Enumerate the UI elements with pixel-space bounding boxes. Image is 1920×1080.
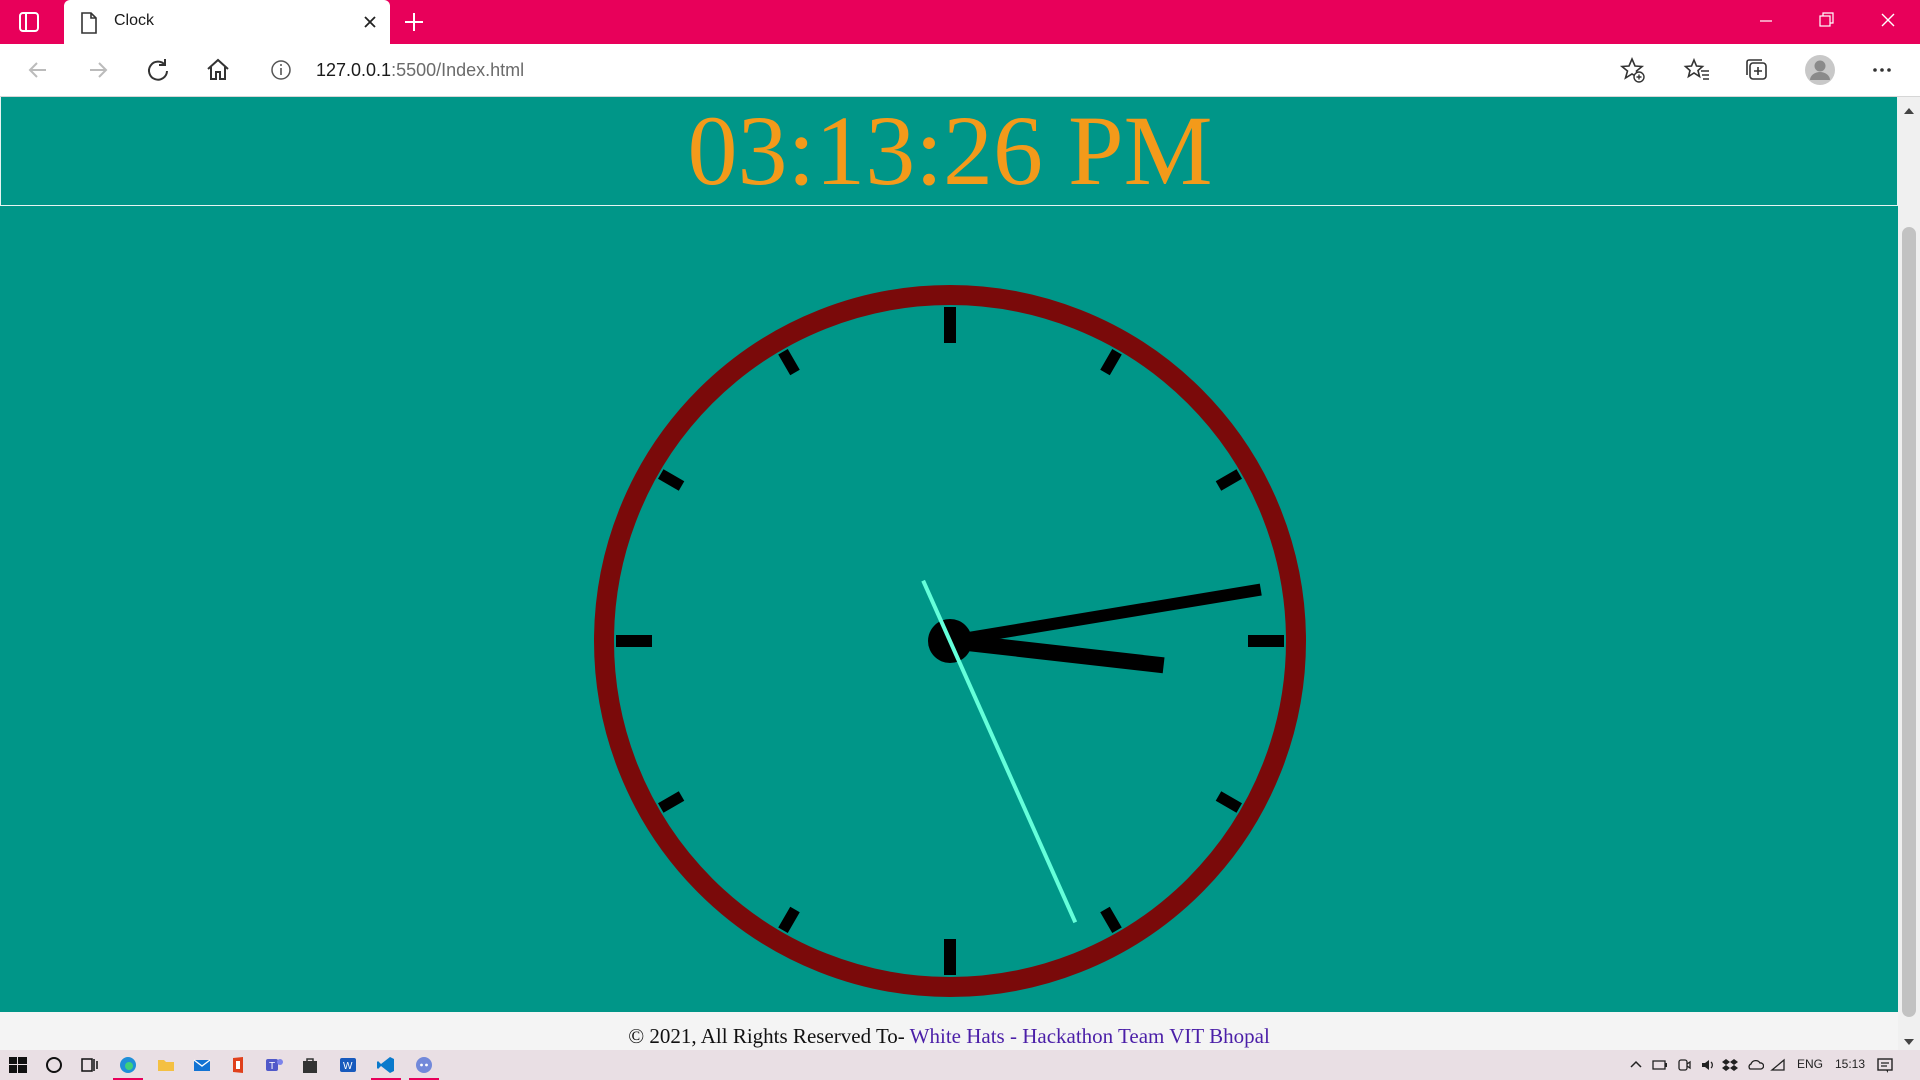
vscode-icon[interactable] (376, 1055, 398, 1075)
team-link[interactable]: White Hats - Hackathon Team VIT Bhopal (910, 1024, 1270, 1048)
office-icon[interactable] (228, 1055, 250, 1075)
file-explorer-icon[interactable] (156, 1055, 178, 1075)
task-view-icon[interactable] (80, 1055, 102, 1075)
notifications-icon[interactable] (1876, 1055, 1894, 1075)
close-tab-icon[interactable] (360, 12, 380, 32)
profile-avatar-icon[interactable] (1804, 54, 1836, 86)
wifi-icon[interactable] (1770, 1055, 1786, 1075)
clock-page: 03:13:26 PM (0, 95, 1898, 1012)
start-icon[interactable] (8, 1055, 30, 1075)
search-icon[interactable] (44, 1055, 66, 1075)
dropbox-icon[interactable] (1722, 1055, 1738, 1075)
store-icon[interactable] (300, 1055, 322, 1075)
minimize-icon[interactable] (1751, 8, 1781, 34)
footer-text: © 2021, All Rights Reserved To- White Ha… (628, 1024, 1270, 1049)
word-icon[interactable]: W (338, 1055, 360, 1075)
vertical-scrollbar[interactable] (1898, 97, 1920, 1050)
onedrive-icon[interactable] (1746, 1055, 1765, 1075)
refresh-icon[interactable] (144, 56, 172, 84)
browser-toolbar: 127.0.0.1:5500/Index.html (0, 44, 1920, 97)
copyright-text: © 2021, All Rights Reserved To- (628, 1024, 910, 1048)
back-icon[interactable] (24, 56, 52, 84)
favorites-icon[interactable] (1683, 56, 1711, 84)
digital-time: 03:13:26 PM (687, 95, 1213, 206)
close-window-icon[interactable] (1873, 8, 1903, 34)
browser-tab[interactable]: Clock (64, 0, 390, 44)
scroll-down-icon[interactable] (1903, 1034, 1915, 1045)
discord-icon[interactable] (414, 1055, 436, 1075)
scroll-up-icon[interactable] (1903, 103, 1915, 114)
more-options-icon[interactable] (1868, 56, 1896, 84)
volume-icon[interactable] (1700, 1055, 1716, 1075)
url-path: :5500/Index.html (391, 60, 525, 80)
site-info-icon[interactable] (270, 59, 292, 86)
add-favorite-icon[interactable] (1618, 56, 1646, 84)
forward-icon[interactable] (84, 56, 112, 84)
digital-clock-banner: 03:13:26 PM (0, 95, 1898, 206)
edge-icon[interactable] (118, 1055, 140, 1075)
tray-overflow-icon[interactable] (1628, 1055, 1644, 1075)
taskbar-clock[interactable]: 15:13 (1835, 1057, 1865, 1071)
collections-icon[interactable] (1743, 56, 1771, 84)
url-text: 127.0.0.1:5500/Index.html (316, 60, 524, 81)
browser-title-bar: Clock (0, 0, 1920, 44)
page-footer: © 2021, All Rights Reserved To- White Ha… (0, 1012, 1898, 1050)
language-indicator[interactable]: ENG (1797, 1057, 1823, 1071)
tab-actions-icon[interactable] (18, 11, 40, 33)
svg-text:T: T (269, 1061, 275, 1072)
analog-clock (594, 285, 1306, 997)
restore-icon[interactable] (1811, 8, 1841, 34)
teams-icon[interactable]: T (264, 1055, 286, 1075)
svg-text:W: W (343, 1061, 353, 1072)
url-host: 127.0.0.1 (316, 60, 392, 80)
new-tab-icon[interactable] (402, 10, 426, 34)
meet-now-icon[interactable] (1676, 1055, 1692, 1075)
tab-title: Clock (114, 12, 155, 29)
address-bar[interactable]: 127.0.0.1:5500/Index.html (256, 50, 1658, 90)
windows-taskbar: T W ENG 15:13 (0, 1050, 1920, 1080)
battery-icon[interactable] (1652, 1055, 1668, 1075)
page-icon (80, 12, 98, 39)
scrollbar-thumb[interactable] (1902, 227, 1916, 1017)
home-icon[interactable] (204, 56, 232, 84)
mail-icon[interactable] (192, 1055, 214, 1075)
